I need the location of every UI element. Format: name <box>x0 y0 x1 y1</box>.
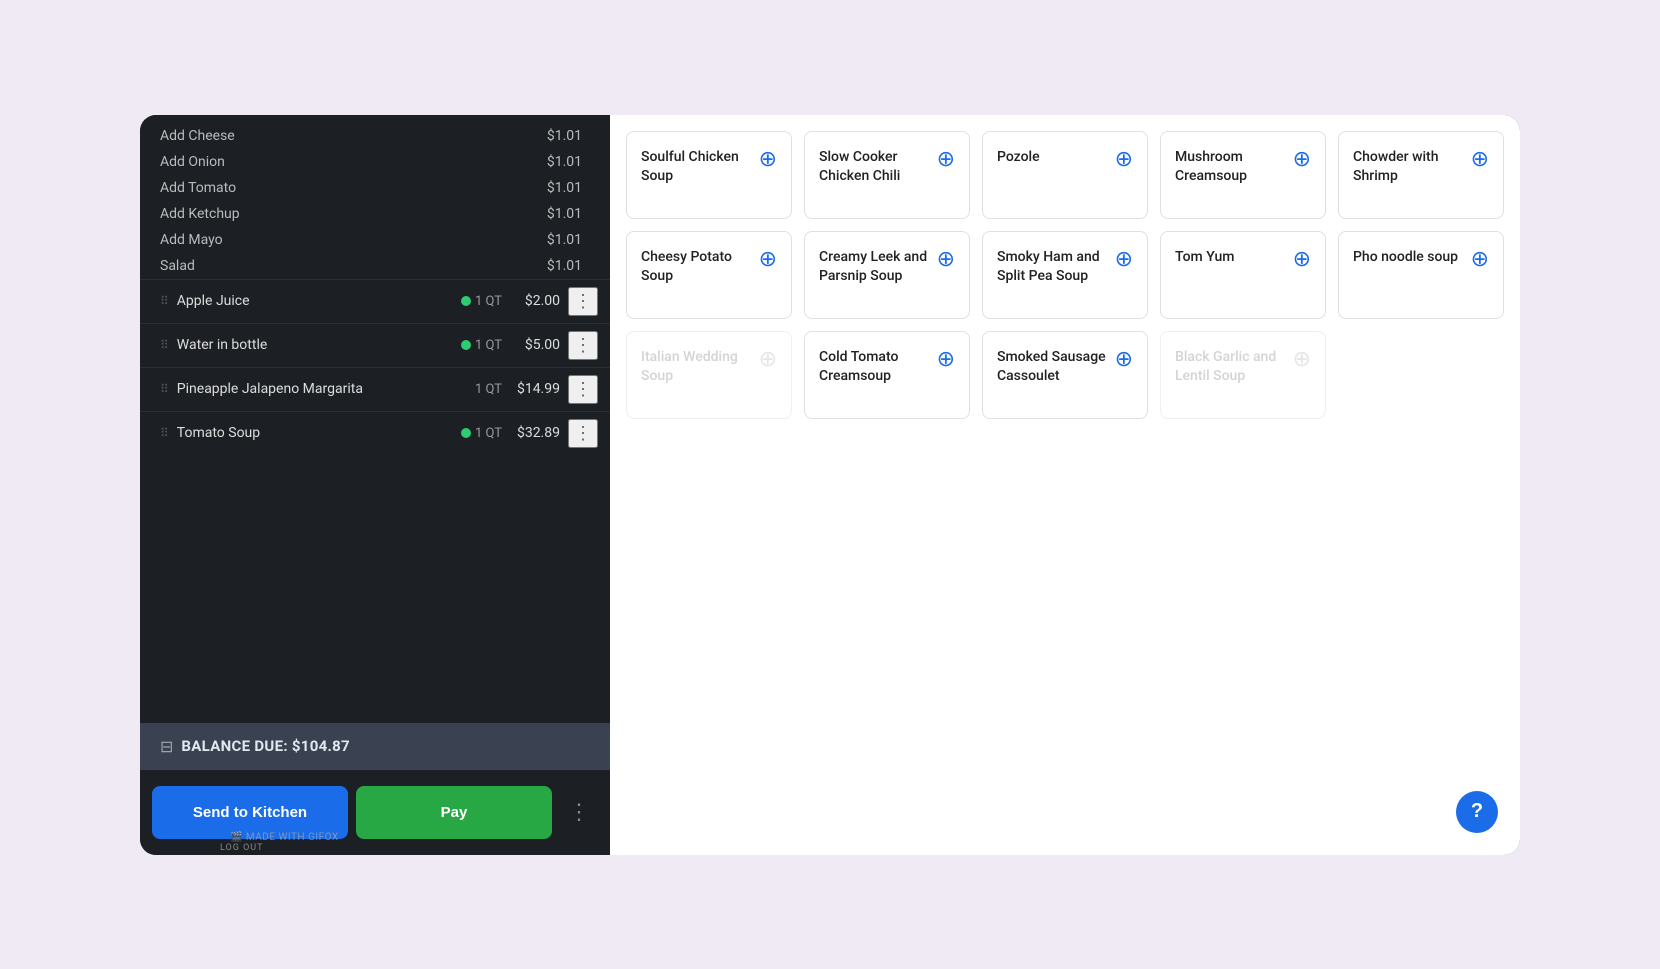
menu-item-name: Creamy Leek and Parsnip Soup <box>819 248 931 287</box>
item-more-button[interactable]: ⋮ <box>568 331 598 360</box>
watermark: 🎬 MADE WITH GIFOX <box>230 832 339 843</box>
add-item-button[interactable]: ⊕ <box>937 348 955 370</box>
menu-item[interactable]: Slow Cooker Chicken Chili ⊕ <box>804 131 970 219</box>
add-item-button[interactable]: ⊕ <box>1115 348 1133 370</box>
order-item-modifier: Add Ketchup$1.01 <box>140 201 610 227</box>
menu-item-name: Pozole <box>997 148 1109 168</box>
menu-item-name: Black Garlic and Lentil Soup <box>1175 348 1287 387</box>
menu-item[interactable]: Creamy Leek and Parsnip Soup ⊕ <box>804 231 970 319</box>
order-item-row: ⠿ Tomato Soup 1 QT $32.89 ⋮ <box>140 411 610 455</box>
more-actions-button[interactable]: ⋮ <box>560 791 598 833</box>
item-price: $14.99 <box>510 381 560 397</box>
menu-item[interactable]: Tom Yum ⊕ <box>1160 231 1326 319</box>
item-name: Pineapple Jalapeno Margarita <box>177 381 475 397</box>
menu-item[interactable]: Chowder with Shrimp ⊕ <box>1338 131 1504 219</box>
item-name: Water in bottle <box>177 337 461 353</box>
order-item-modifier: Add Onion$1.01 <box>140 149 610 175</box>
item-price: $5.00 <box>510 337 560 353</box>
menu-item[interactable]: Cold Tomato Creamsoup ⊕ <box>804 331 970 419</box>
item-name: Tomato Soup <box>177 425 461 441</box>
menu-item-name: Mushroom Creamsoup <box>1175 148 1287 187</box>
logout-label: LOG OUT <box>220 843 264 853</box>
menu-item-name: Chowder with Shrimp <box>1353 148 1465 187</box>
item-more-button[interactable]: ⋮ <box>568 287 598 316</box>
drag-handle[interactable]: ⠿ <box>160 382 169 396</box>
order-item-modifier: Add Cheese$1.01 <box>140 123 610 149</box>
menu-item-name: Soulful Chicken Soup <box>641 148 753 187</box>
add-item-button[interactable]: ⊕ <box>1471 248 1489 270</box>
action-bar: Send to Kitchen Pay ⋮ <box>140 770 610 855</box>
right-panel: Soulful Chicken Soup ⊕ Slow Cooker Chick… <box>610 115 1520 855</box>
order-list: Add Cheese$1.01Add Onion$1.01Add Tomato$… <box>140 115 610 723</box>
balance-text: BALANCE DUE: $104.87 <box>181 737 350 755</box>
menu-item: Black Garlic and Lentil Soup ⊕ <box>1160 331 1326 419</box>
left-panel: Add Cheese$1.01Add Onion$1.01Add Tomato$… <box>140 115 610 855</box>
item-more-button[interactable]: ⋮ <box>568 419 598 448</box>
add-item-button[interactable]: ⊕ <box>759 148 777 170</box>
order-item-modifier: Add Tomato$1.01 <box>140 175 610 201</box>
item-price: $2.00 <box>510 293 560 309</box>
menu-item[interactable]: Soulful Chicken Soup ⊕ <box>626 131 792 219</box>
item-more-button[interactable]: ⋮ <box>568 375 598 404</box>
menu-grid: Soulful Chicken Soup ⊕ Slow Cooker Chick… <box>626 131 1504 419</box>
item-name: Apple Juice <box>177 293 461 309</box>
menu-item[interactable]: Smoky Ham and Split Pea Soup ⊕ <box>982 231 1148 319</box>
add-item-button[interactable]: ⊕ <box>1115 248 1133 270</box>
menu-item[interactable]: Mushroom Creamsoup ⊕ <box>1160 131 1326 219</box>
menu-item[interactable]: Cheesy Potato Soup ⊕ <box>626 231 792 319</box>
order-item-row: ⠿ Water in bottle 1 QT $5.00 ⋮ <box>140 323 610 367</box>
add-item-button[interactable]: ⊕ <box>937 248 955 270</box>
menu-item[interactable]: Pozole ⊕ <box>982 131 1148 219</box>
menu-item-name: Italian Wedding Soup <box>641 348 753 387</box>
order-item-row: ⠿ Apple Juice 1 QT $2.00 ⋮ <box>140 279 610 323</box>
drag-handle[interactable]: ⠿ <box>160 338 169 352</box>
menu-item-name: Smoky Ham and Split Pea Soup <box>997 248 1109 287</box>
menu-item[interactable]: Smoked Sausage Cassoulet ⊕ <box>982 331 1148 419</box>
add-item-button[interactable]: ⊕ <box>1471 148 1489 170</box>
add-item-button[interactable]: ⊕ <box>1115 148 1133 170</box>
item-price: $32.89 <box>510 425 560 441</box>
balance-icon: ⊟ <box>160 737 173 756</box>
add-item-button[interactable]: ⊕ <box>1293 148 1311 170</box>
order-item-modifier: Add Mayo$1.01 <box>140 227 610 253</box>
menu-item-name: Cold Tomato Creamsoup <box>819 348 931 387</box>
pay-button[interactable]: Pay <box>356 786 552 839</box>
order-item-row: ⠿ Pineapple Jalapeno Margarita 1 QT $14.… <box>140 367 610 411</box>
drag-handle[interactable]: ⠿ <box>160 426 169 440</box>
status-dot <box>461 296 471 306</box>
menu-item-name: Pho noodle soup <box>1353 248 1465 268</box>
add-item-button[interactable]: ⊕ <box>1293 248 1311 270</box>
add-item-button: ⊕ <box>759 348 777 370</box>
menu-item-name: Slow Cooker Chicken Chili <box>819 148 931 187</box>
status-dot <box>461 428 471 438</box>
balance-bar: ⊟ BALANCE DUE: $104.87 <box>140 723 610 770</box>
order-item-modifier: Salad$1.01 <box>140 253 610 279</box>
app-container: Add Cheese$1.01Add Onion$1.01Add Tomato$… <box>140 115 1520 855</box>
drag-handle[interactable]: ⠿ <box>160 294 169 308</box>
add-item-button: ⊕ <box>1293 348 1311 370</box>
menu-item-name: Smoked Sausage Cassoulet <box>997 348 1109 387</box>
status-dot <box>461 340 471 350</box>
add-item-button[interactable]: ⊕ <box>759 248 777 270</box>
menu-item-name: Tom Yum <box>1175 248 1287 268</box>
menu-item-name: Cheesy Potato Soup <box>641 248 753 287</box>
help-button[interactable]: ? <box>1456 791 1498 833</box>
menu-item: Italian Wedding Soup ⊕ <box>626 331 792 419</box>
add-item-button[interactable]: ⊕ <box>937 148 955 170</box>
menu-item[interactable]: Pho noodle soup ⊕ <box>1338 231 1504 319</box>
